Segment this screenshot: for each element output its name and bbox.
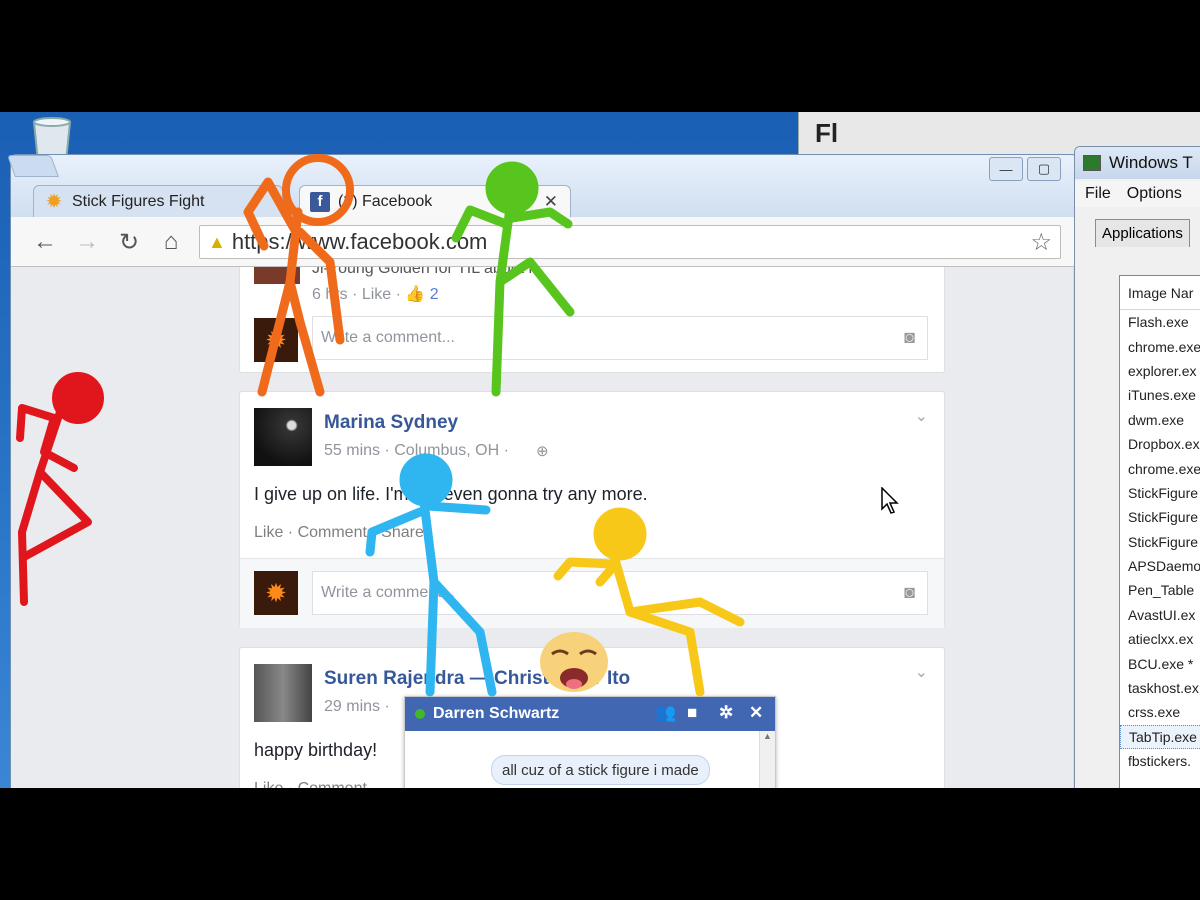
bookmark-star-icon[interactable]: ☆: [1030, 228, 1052, 257]
process-row[interactable]: TabTip.exe: [1120, 724, 1200, 750]
chat-contact-name[interactable]: Darren Schwartz: [433, 705, 559, 723]
url-text: https://www.facebook.com: [231, 229, 488, 254]
post-author[interactable]: Suren Rajendra — Christopher Ito: [324, 668, 630, 690]
avatar: [254, 664, 312, 722]
gear-icon[interactable]: ✲: [719, 703, 733, 723]
top-letterbox: [0, 0, 1200, 112]
video-call-icon[interactable]: ■: [687, 703, 697, 723]
process-row[interactable]: fbstickers.: [1120, 749, 1200, 773]
comment-placeholder: Write a comment...: [321, 584, 455, 601]
post-card: Marina Sydney 55 mins · Columbus, OH · ⊕…: [239, 391, 945, 628]
process-row[interactable]: Dropbox.ex: [1120, 432, 1200, 456]
add-friend-icon[interactable]: 👥: [655, 703, 676, 723]
chat-window[interactable]: Darren Schwartz 👥 ■ ✲ ✕ all cuz of a sti…: [404, 696, 776, 788]
post-actions[interactable]: Like · Comment: [254, 780, 367, 788]
maximize-button[interactable]: ▢: [1027, 157, 1061, 181]
process-row[interactable]: StickFigure: [1120, 481, 1200, 505]
post-author[interactable]: Marina Sydney: [324, 412, 458, 434]
tab-label: (3) Facebook: [338, 192, 433, 210]
address-bar[interactable]: ▲ https://www.facebook.com ☆: [199, 225, 1061, 259]
browser-window: — ▢ ✹ Stick Figures Fight f (3) Facebook…: [6, 154, 1078, 788]
tab-label: Stick Figures Fight: [72, 192, 205, 210]
facebook-icon: f: [310, 191, 330, 212]
online-status-icon: [415, 709, 425, 719]
column-header-image-name[interactable]: Image Nar: [1120, 276, 1200, 310]
mouse-cursor-icon: [881, 487, 899, 514]
camera-icon[interactable]: ◙: [904, 327, 915, 348]
task-manager-icon: [1083, 155, 1101, 171]
post-card: Ji-Young Golden for TIL about it 6 hrs ·…: [239, 267, 945, 373]
flash-window-title: Fl: [815, 118, 839, 148]
process-list[interactable]: Image Nar Flash.exe chrome.exe explorer.ex…: [1119, 275, 1200, 788]
process-row[interactable]: Flash.exe: [1120, 310, 1200, 334]
task-manager-menu: File Options: [1075, 181, 1200, 207]
new-tab-button[interactable]: [6, 155, 60, 177]
globe-icon: ⊕: [536, 443, 549, 460]
post-header-text[interactable]: Ji-Young Golden for TIL about it: [312, 267, 536, 278]
sun-icon: ✹: [45, 191, 63, 213]
chevron-down-icon[interactable]: ⌄: [915, 662, 928, 682]
comment-placeholder: Write a comment...: [321, 329, 455, 346]
process-row[interactable]: atieclxx.ex: [1120, 627, 1200, 651]
lock-warning-icon: ▲: [208, 231, 226, 252]
forward-arrow-icon[interactable]: →: [71, 227, 103, 257]
post-meta: 55 mins · Columbus, OH ·: [324, 442, 509, 459]
post-time: 6 hrs: [312, 286, 348, 303]
browser-toolbar: ← → ↻ ⌂ ▲ https://www.facebook.com ☆: [11, 217, 1077, 267]
post-meta: 29 mins ·: [324, 698, 390, 715]
post-text: happy birthday!: [254, 740, 378, 760]
process-row[interactable]: chrome.exe: [1120, 334, 1200, 358]
process-row[interactable]: AvastUI.ex: [1120, 603, 1200, 627]
process-row[interactable]: StickFigure: [1120, 505, 1200, 529]
post-text: I give up on life. I'm not even gonna tr…: [254, 484, 648, 504]
close-icon[interactable]: ✕: [544, 192, 558, 212]
post-actions[interactable]: Like · Comment · Share: [254, 524, 424, 542]
menu-file[interactable]: File: [1085, 185, 1111, 203]
commenter-avatar: ✹: [254, 318, 298, 362]
menu-options[interactable]: Options: [1127, 185, 1182, 203]
like-link[interactable]: Like: [362, 286, 391, 303]
thumbs-up-icon: 👍: [405, 286, 426, 303]
minimize-button[interactable]: —: [989, 157, 1023, 181]
process-row[interactable]: dwm.exe: [1120, 408, 1200, 432]
like-count: 2: [429, 286, 439, 303]
screen-frame: Fl — ▢ ✹ Stick Figures Fight f (3) Faceb…: [0, 112, 1200, 788]
process-row[interactable]: BCU.exe *: [1120, 651, 1200, 675]
comment-input[interactable]: Write a comment... ◙: [312, 571, 928, 615]
bottom-letterbox: [0, 788, 1200, 900]
comment-area: ✹ Write a comment... ◙: [240, 558, 944, 628]
camera-icon[interactable]: ◙: [904, 582, 915, 603]
chat-message: all cuz of a stick figure i made: [491, 755, 710, 785]
tab-stick-figures-fight[interactable]: ✹ Stick Figures Fight: [33, 185, 283, 217]
process-rows: Flash.exe chrome.exe explorer.ex iTunes.exe…: [1120, 310, 1200, 773]
chat-scrollbar[interactable]: ▲: [759, 731, 775, 788]
task-manager-title: Windows T: [1109, 153, 1193, 172]
process-row[interactable]: StickFigure: [1120, 530, 1200, 554]
avatar: [254, 408, 312, 466]
reload-icon[interactable]: ↻: [113, 227, 145, 257]
home-icon[interactable]: ⌂: [155, 227, 187, 257]
close-icon[interactable]: ✕: [749, 703, 763, 723]
task-manager-window: Windows T File Options Applications Imag…: [1074, 146, 1200, 788]
comment-input[interactable]: Write a comment... ◙: [312, 316, 928, 360]
commenter-avatar: ✹: [254, 571, 298, 615]
tab-applications[interactable]: Applications: [1095, 219, 1190, 247]
post-meta: 6 hrs · Like · 👍 2: [312, 286, 439, 303]
chat-header[interactable]: Darren Schwartz 👥 ■ ✲ ✕: [405, 697, 775, 731]
window-controls: — ▢: [989, 157, 1061, 181]
process-row[interactable]: chrome.exe: [1120, 456, 1200, 480]
chevron-down-icon[interactable]: ⌄: [915, 406, 928, 426]
process-row[interactable]: taskhost.ex: [1120, 676, 1200, 700]
process-row[interactable]: Pen_Table: [1120, 578, 1200, 602]
process-row[interactable]: crss.exe: [1120, 700, 1200, 724]
tab-facebook[interactable]: f (3) Facebook ✕: [299, 185, 571, 217]
task-manager-titlebar: Windows T: [1075, 147, 1200, 179]
process-row[interactable]: iTunes.exe: [1120, 383, 1200, 407]
avatar: [254, 267, 300, 284]
back-arrow-icon[interactable]: ←: [29, 227, 61, 257]
process-row[interactable]: APSDaemo: [1120, 554, 1200, 578]
process-row[interactable]: explorer.ex: [1120, 359, 1200, 383]
